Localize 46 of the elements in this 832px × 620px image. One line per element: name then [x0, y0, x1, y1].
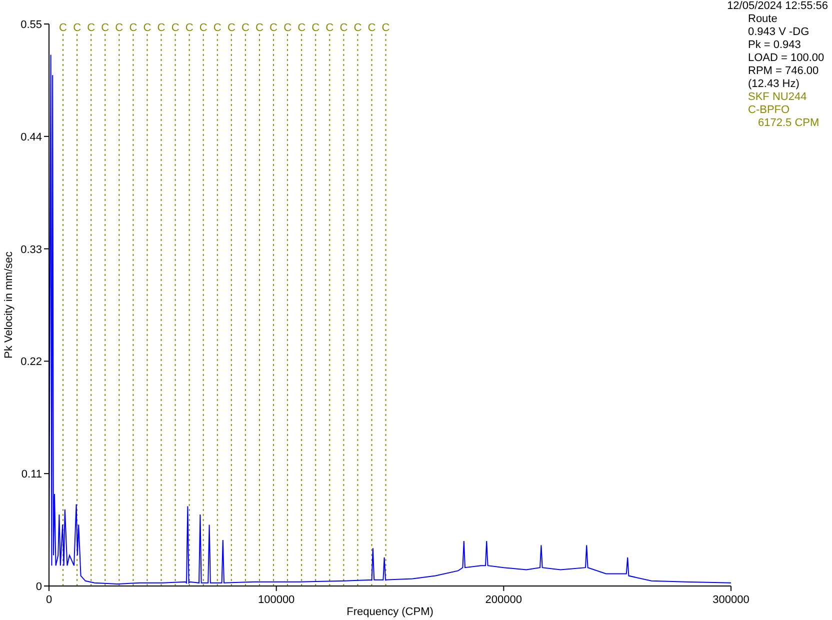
- y-tick-label: 0.11: [21, 468, 42, 481]
- cursor-label: C: [157, 22, 166, 34]
- cursor-label: C: [256, 22, 264, 34]
- info-line: Route: [748, 13, 778, 26]
- cursor-label: C: [143, 22, 152, 34]
- info-line: 6172.5 CPM: [757, 117, 820, 130]
- cursor-label: C: [59, 22, 67, 34]
- x-tick-label: 200000: [485, 594, 522, 606]
- cursor-label: C: [171, 22, 180, 34]
- y-tick-label: 0: [36, 581, 42, 593]
- info-line: RPM = 746.00: [748, 65, 819, 78]
- cursor-label: C: [101, 22, 110, 34]
- cursor-label: C: [87, 22, 96, 34]
- cursor-label: C: [326, 22, 334, 34]
- info-line: (12.43 Hz): [748, 78, 800, 91]
- cursor-label: C: [199, 22, 208, 34]
- x-tick-label: 100000: [258, 594, 295, 606]
- cursor-label: C: [382, 22, 390, 34]
- y-tick-label: 0.22: [20, 356, 42, 368]
- cursor-label: C: [368, 22, 376, 34]
- x-tick-label: 300000: [712, 594, 750, 606]
- info-line: SKF NU244: [748, 91, 807, 104]
- y-axis-title: Pk Velocity in mm/sec: [3, 252, 15, 358]
- cursor-label: C: [185, 22, 194, 34]
- x-tick-label: 0: [46, 594, 52, 606]
- y-tick-label: 0.33: [20, 244, 42, 256]
- cursor-label: C: [270, 22, 278, 34]
- info-line: LOAD = 100.00: [748, 52, 824, 65]
- y-tick-label: 0.55: [20, 19, 42, 31]
- cursor-label: C: [241, 22, 250, 34]
- cursor-label: C: [284, 22, 292, 34]
- cursor-label: C: [227, 22, 236, 34]
- cursor-label: C: [298, 22, 306, 34]
- cursor-label: C: [354, 22, 362, 34]
- cursor-label: C: [312, 22, 320, 34]
- cursor-label: C: [115, 22, 124, 34]
- info-line: 0.943 V -DG: [748, 26, 810, 39]
- info-line: C-BPFO: [748, 104, 790, 117]
- cursor-label: C: [213, 22, 222, 34]
- timestamp: 12/05/2024 12:55:56: [727, 0, 828, 12]
- cursor-label: C: [129, 22, 138, 34]
- x-axis-title: Frequency (CPM): [346, 606, 434, 618]
- info-line: Pk = 0.943: [748, 39, 801, 52]
- cursor-label: C: [73, 22, 82, 34]
- y-tick-label: 0.44: [20, 131, 42, 144]
- cursor-label: C: [340, 22, 348, 34]
